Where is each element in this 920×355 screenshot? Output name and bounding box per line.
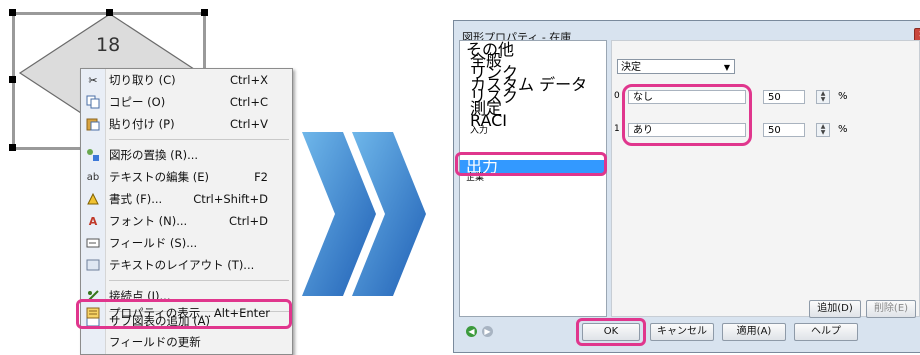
percent-unit: % xyxy=(838,91,848,102)
menu-item-shortcut: Ctrl+C xyxy=(229,95,268,109)
row-index: 0 xyxy=(614,91,620,101)
category-item[interactable]: 入力 xyxy=(470,126,488,137)
delete-button[interactable]: 削除(E) xyxy=(866,300,916,318)
value-spinner[interactable]: ▲ ▼ xyxy=(816,123,830,137)
menu-item-update-field[interactable]: フィールドの更新 xyxy=(81,331,292,353)
menu-item-label: フィールドの更新 xyxy=(109,335,201,349)
format-icon xyxy=(85,191,101,207)
selection-handle[interactable] xyxy=(9,76,16,83)
chevron-down-icon: ▼ xyxy=(723,63,730,72)
menu-separator xyxy=(109,139,289,140)
category-item[interactable]: RACI xyxy=(470,113,507,129)
menu-item-label: コピー (O) xyxy=(109,95,166,109)
help-button[interactable]: ヘルプ xyxy=(794,323,858,341)
edit-text-icon: ab xyxy=(86,171,100,183)
menu-item-cut[interactable]: ✂ 切り取り (C) Ctrl+X xyxy=(81,69,292,91)
menu-item-copy[interactable]: コピー (O) Ctrl+C xyxy=(81,91,292,113)
menu-item-format[interactable]: 書式 (F)... Ctrl+Shift+D xyxy=(81,188,292,210)
menu-item-label: テキストの編集 (E) xyxy=(109,170,210,184)
field-icon xyxy=(85,235,101,251)
add-button[interactable]: 追加(D) xyxy=(809,300,861,318)
replace-shape-icon xyxy=(85,147,101,163)
blank-icon xyxy=(85,334,101,350)
properties-panel xyxy=(611,40,920,317)
chevron-arrow-icon xyxy=(302,132,376,296)
output-category-highlight xyxy=(455,152,607,176)
branch-names-highlight xyxy=(622,84,752,146)
menu-item-edit-text[interactable]: ab テキストの編集 (E) F2 xyxy=(81,166,292,188)
menu-item-shortcut: Ctrl+Shift+D xyxy=(193,192,268,206)
menu-item-text-layout[interactable]: テキストのレイアウト (T)... xyxy=(81,254,292,276)
chevron-arrow-icon xyxy=(352,132,426,296)
shape-number-label: 18 xyxy=(96,34,121,56)
scissors-icon: ✂ xyxy=(88,73,98,87)
menu-item-label: テキストのレイアウト (T)... xyxy=(109,258,255,272)
copy-icon xyxy=(85,94,101,110)
selection-handle[interactable] xyxy=(9,9,16,16)
cancel-button[interactable]: キャンセル xyxy=(650,323,714,341)
text-layout-icon xyxy=(85,257,101,273)
branch-value-field[interactable]: 50 xyxy=(763,90,805,104)
menu-item-shortcut: F2 xyxy=(254,170,268,184)
branch-value-field[interactable]: 50 xyxy=(763,123,805,137)
menu-item-label: フィールド (S)... xyxy=(109,236,198,250)
row-index: 1 xyxy=(614,124,620,134)
forward-icon[interactable]: ▶ xyxy=(482,326,493,337)
font-icon: A xyxy=(88,214,98,228)
menu-item-label: 貼り付け (P) xyxy=(109,117,175,131)
menu-item-label: フォント (N)... xyxy=(109,214,188,228)
menu-item-field[interactable]: フィールド (S)... xyxy=(81,232,292,254)
menu-item-shortcut: Ctrl+D xyxy=(229,214,268,228)
menu-item-replace-shape[interactable]: 図形の置換 (R)... xyxy=(81,144,292,166)
menu-item-shortcut: Ctrl+X xyxy=(230,73,268,87)
ok-button-highlight xyxy=(576,318,646,346)
back-icon[interactable]: ◀ xyxy=(466,326,477,337)
dropdown-value: 決定 xyxy=(621,62,641,73)
menu-item-font[interactable]: A フォント (N)... Ctrl+D xyxy=(81,210,292,232)
menu-separator xyxy=(109,280,289,281)
percent-unit: % xyxy=(838,124,848,135)
menu-item-label: 図形の置換 (R)... xyxy=(109,148,199,162)
paste-icon xyxy=(85,116,101,132)
decision-dropdown[interactable]: 決定 ▼ xyxy=(617,59,735,74)
menu-item-paste[interactable]: 貼り付け (P) Ctrl+V xyxy=(81,113,292,135)
menu-item-shortcut: Ctrl+V xyxy=(230,117,268,131)
menu-item-label: 書式 (F)... xyxy=(109,192,163,206)
selection-handle[interactable] xyxy=(201,9,208,16)
apply-button[interactable]: 適用(A) xyxy=(722,323,786,341)
selection-handle[interactable] xyxy=(9,144,16,151)
selection-handle[interactable] xyxy=(106,9,113,16)
value-spinner[interactable]: ▲ ▼ xyxy=(816,90,830,104)
menu-item-label: 切り取り (C) xyxy=(109,73,176,87)
properties-item-highlight xyxy=(76,299,292,329)
